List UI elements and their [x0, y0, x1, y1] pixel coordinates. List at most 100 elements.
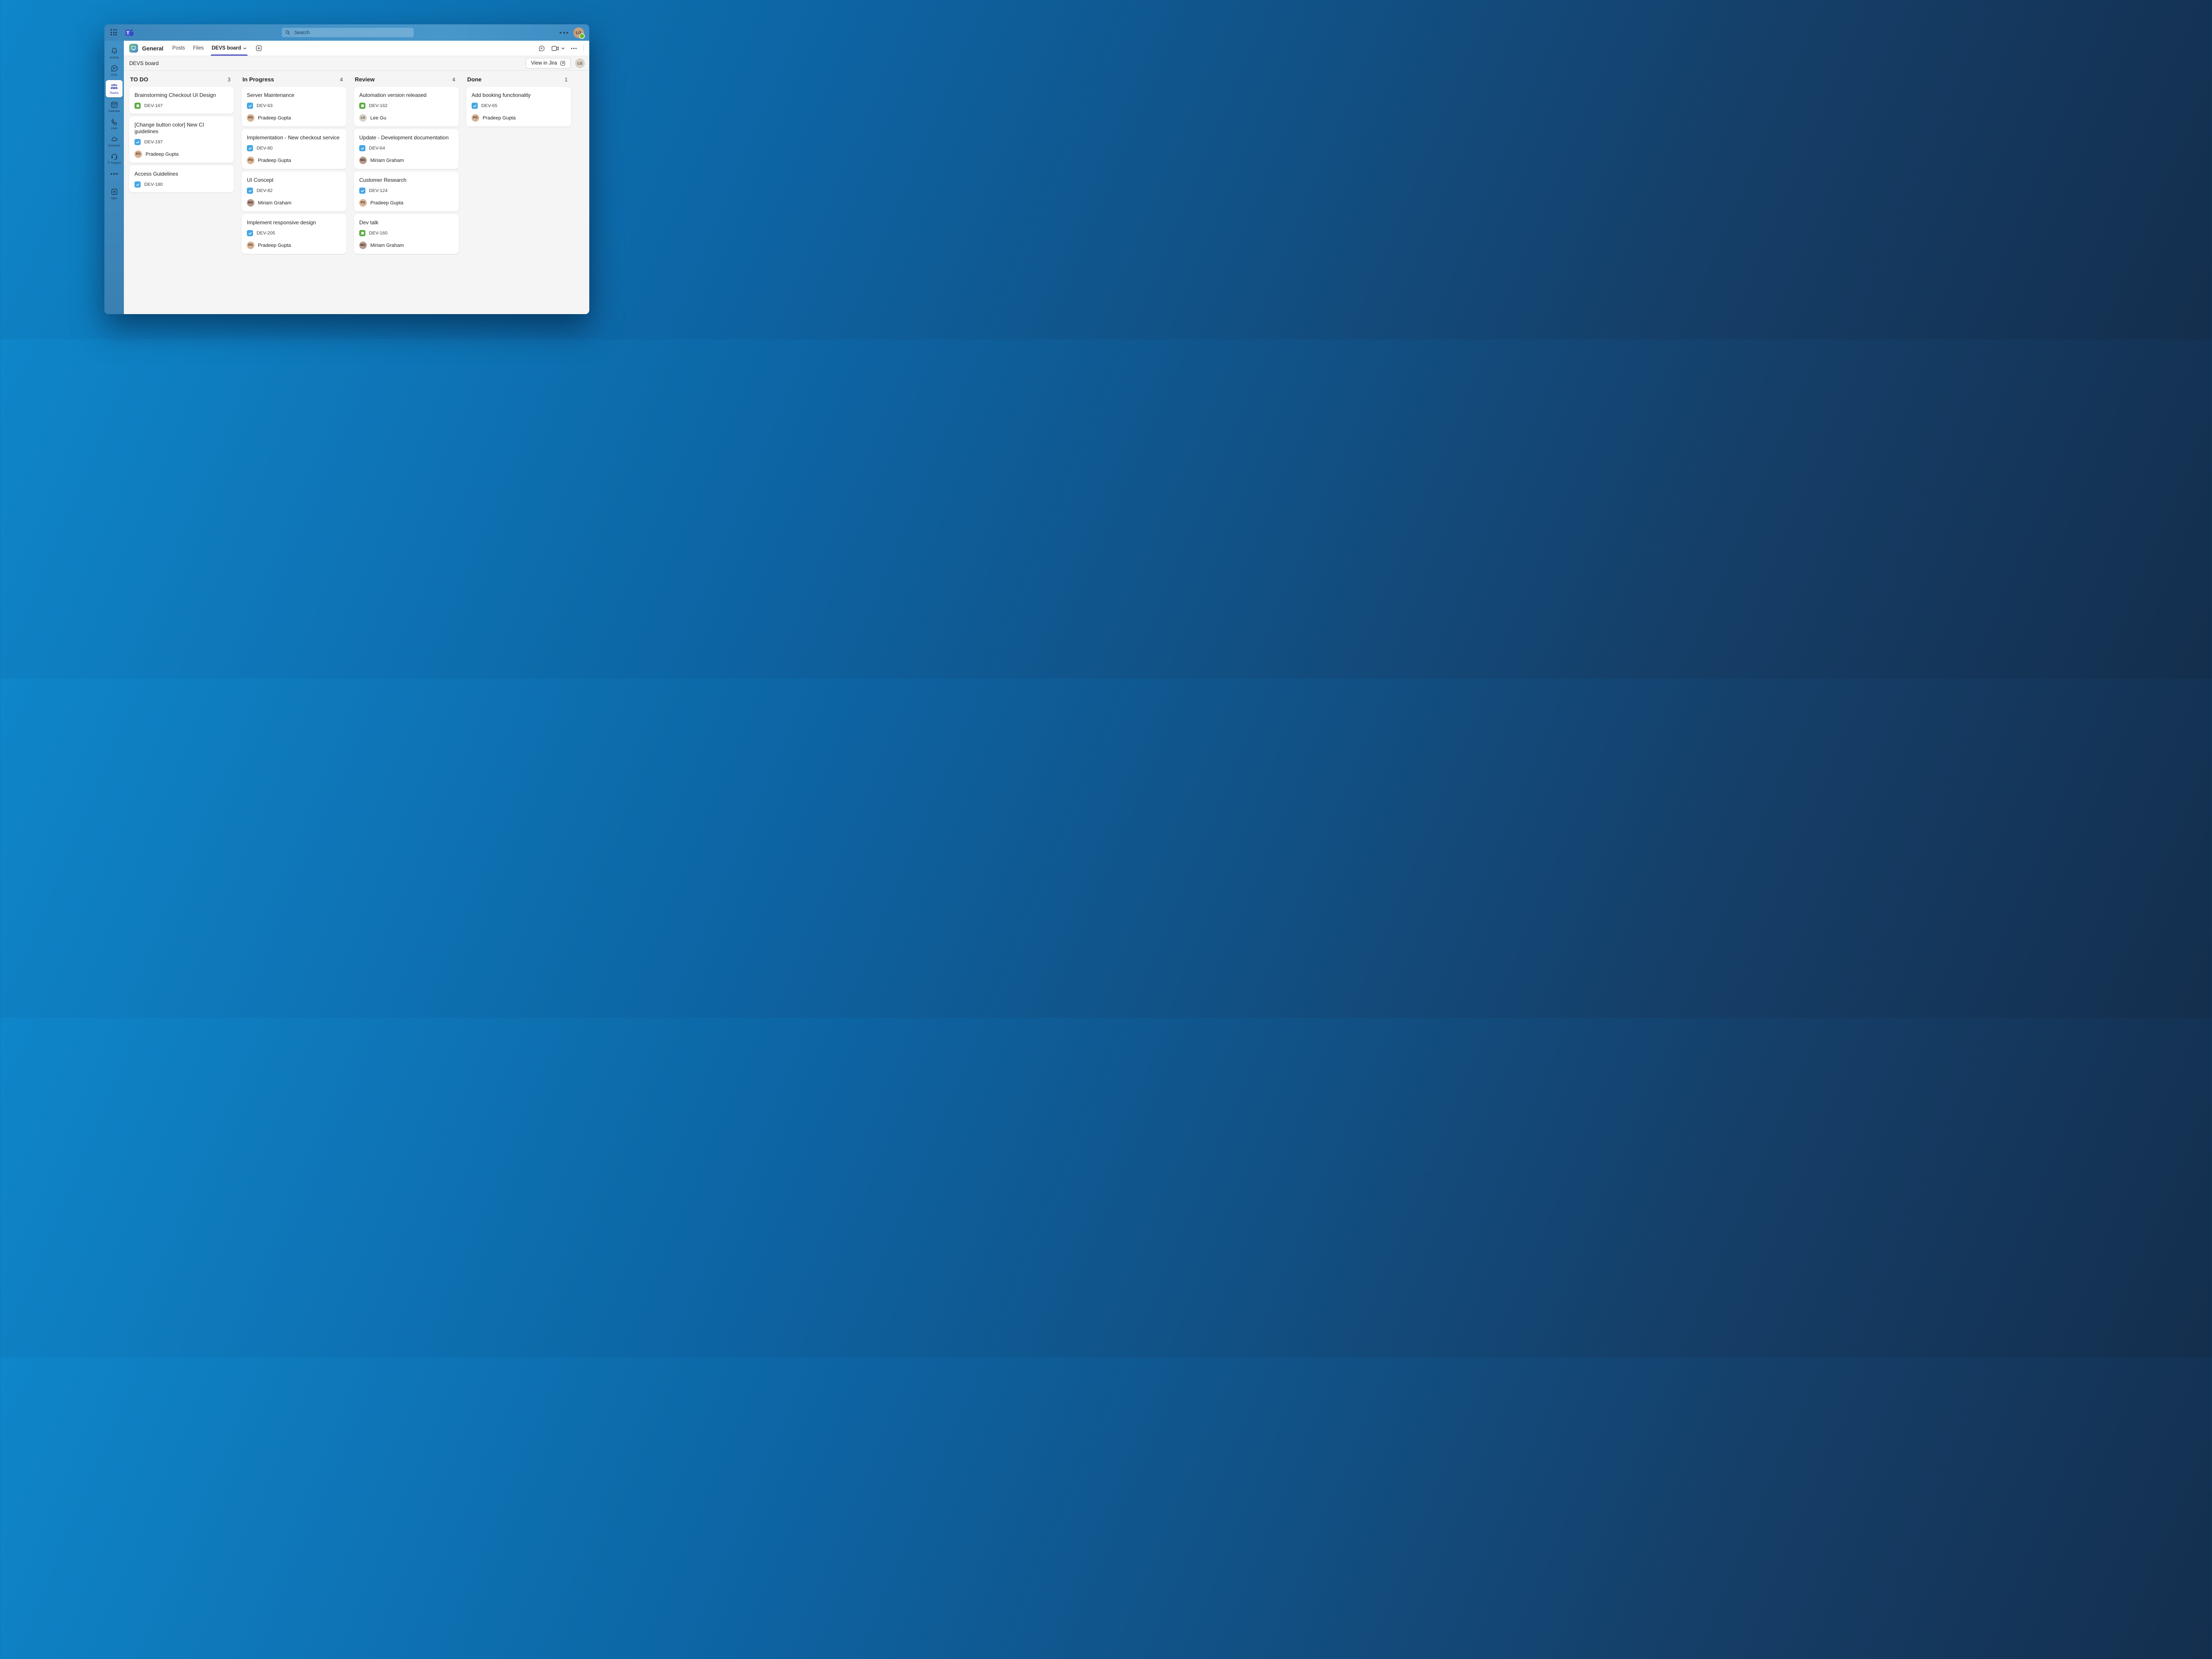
cloud-icon: [110, 135, 119, 143]
assignee-name: Miriam Graham: [370, 158, 404, 163]
assignee-name: Miriam Graham: [258, 200, 292, 206]
column-count: 3: [227, 77, 230, 83]
card-dev-82[interactable]: UI ConceptDEV-82MGMiriam Graham: [242, 172, 346, 211]
assignee-name: Miriam Graham: [370, 243, 404, 248]
card-dev-167[interactable]: Brainstorming Checkout UI Design DEV-167: [129, 87, 234, 114]
issue-key: DEV-65: [481, 103, 497, 108]
ellipsis-icon: [571, 47, 577, 50]
card-key-row: DEV-124: [359, 188, 453, 194]
sidebar-item-onedrive[interactable]: OneDrive: [104, 133, 124, 150]
card-dev-162[interactable]: Automation version releasedDEV-162LGLee …: [354, 87, 459, 127]
more-options-icon[interactable]: [560, 32, 568, 34]
issue-type-task-badge: [247, 188, 253, 194]
tab-more-options-button[interactable]: [571, 47, 577, 50]
sidebar-item-calls[interactable]: Calls: [104, 115, 124, 133]
tab-posts[interactable]: Posts: [172, 41, 185, 56]
card-dev-160[interactable]: Dev talkDEV-160MGMiriam Graham: [354, 214, 459, 254]
ellipsis-icon: [110, 172, 118, 176]
assignee-avatar: PG: [247, 242, 254, 249]
card-key-row: DEV-63: [247, 103, 341, 109]
column-count: 4: [452, 77, 455, 83]
sidebar-item-teams[interactable]: Teams: [106, 80, 123, 97]
search-input[interactable]: [293, 30, 410, 36]
assignee-name: Pradeep Gupta: [146, 152, 179, 157]
column-name: Done: [467, 76, 482, 83]
card-dev-64[interactable]: Update - Development documentationDEV-64…: [354, 129, 459, 169]
card-key-row: DEV-180: [134, 181, 229, 188]
headset-icon: [110, 152, 119, 161]
assignee-row: PGPradeep Gupta: [472, 114, 566, 122]
meet-now-button[interactable]: [551, 45, 565, 52]
card-dev-124[interactable]: Customer ResearchDEV-124PGPradeep Gupta: [354, 172, 459, 211]
assignee-name: Pradeep Gupta: [258, 115, 291, 121]
calendar-icon: [110, 100, 119, 109]
card-title: Implementation - New checkout service: [247, 134, 341, 141]
card-title: Brainstorming Checkout UI Design: [134, 92, 229, 99]
task-check-icon: [248, 146, 252, 150]
task-check-icon: [136, 183, 140, 187]
card-key-row: DEV-197: [134, 139, 229, 145]
sidebar-item-apps[interactable]: Apps: [104, 185, 124, 203]
assignee-name: Pradeep Gupta: [370, 200, 403, 206]
issue-type-story-badge: [359, 230, 365, 236]
task-check-icon: [361, 189, 365, 193]
column-header: Done1: [466, 74, 571, 87]
add-tab-button[interactable]: [256, 45, 262, 51]
external-link-icon: [560, 61, 565, 66]
bell-icon: [110, 47, 119, 55]
card-list: Add booking functionalityDEV-65PGPradeep…: [466, 87, 571, 127]
assignee-row: PGPradeep Gupta: [247, 242, 341, 249]
card-title: Update - Development documentation: [359, 134, 453, 141]
teams-logo-icon: [125, 28, 134, 38]
tab-files[interactable]: Files: [193, 41, 204, 56]
sidebar-item-it-support[interactable]: IT Support: [104, 150, 124, 167]
issue-type-task-badge: [247, 103, 253, 109]
sidebar-item-activity[interactable]: Activity: [104, 45, 124, 62]
assignee-row: MGMiriam Graham: [247, 199, 341, 207]
app-rail: Activity Chat Teams: [104, 41, 124, 314]
assignee-avatar: PG: [472, 114, 479, 122]
user-avatar[interactable]: LG: [573, 27, 584, 38]
issue-type-task-badge: [134, 181, 141, 188]
video-camera-icon: [551, 45, 560, 52]
card-key-row: DEV-167: [134, 103, 229, 109]
sidebar-item-chat[interactable]: Chat: [104, 62, 124, 79]
issue-key: DEV-162: [369, 103, 388, 108]
issue-type-story-badge: [134, 103, 141, 109]
story-bookmark-icon: [136, 104, 140, 108]
chevron-down-icon[interactable]: [561, 46, 565, 50]
card-dev-65[interactable]: Add booking functionalityDEV-65PGPradeep…: [466, 87, 571, 127]
card-dev-63[interactable]: Server Maintenance DEV-63 PGPradeep Gupta: [242, 87, 346, 127]
card-title: Server Maintenance: [247, 92, 341, 99]
tab-devs-board[interactable]: DEVS board: [211, 41, 246, 56]
assignee-row: MGMiriam Graham: [359, 157, 453, 164]
board-member-avatar[interactable]: LG: [575, 58, 585, 68]
search-bar[interactable]: [282, 28, 414, 37]
kanban-board: TO DO 3 Brainstorming Checkout UI Design DE…: [124, 71, 589, 314]
sidebar-more-apps[interactable]: [104, 170, 124, 178]
app-launcher-icon[interactable]: [111, 29, 117, 36]
sidebar-item-label: Calls: [111, 127, 117, 130]
view-in-jira-button[interactable]: View in Jira: [526, 58, 571, 69]
card-dev-205[interactable]: Implement responsive designDEV-205PGPrad…: [242, 214, 346, 254]
card-dev-180[interactable]: Access GuidelinesDEV-180: [129, 165, 234, 192]
issue-type-task-badge: [359, 145, 365, 151]
open-chat-button[interactable]: [538, 45, 545, 52]
assignee-avatar: LG: [359, 114, 367, 122]
column-name: TO DO: [130, 76, 148, 83]
issue-key: DEV-80: [257, 146, 273, 151]
issue-key: DEV-205: [257, 230, 275, 236]
card-dev-80[interactable]: Implementation - New checkout service DEV…: [242, 129, 346, 169]
assignee-row: PGPradeep Gupta: [247, 114, 341, 122]
assignee-row: PGPradeep Gupta: [134, 150, 229, 158]
issue-type-task-badge: [247, 230, 253, 236]
chevron-down-icon: [243, 46, 247, 50]
card-dev-197[interactable]: [Change button color] New CI guidelinesD…: [129, 116, 234, 163]
card-key-row: DEV-82: [247, 188, 341, 194]
sidebar-item-label: Teams: [110, 92, 119, 95]
column-header: Review4: [354, 74, 459, 87]
card-title: Dev talk: [359, 219, 453, 226]
assignee-row: PGPradeep Gupta: [359, 199, 453, 207]
sidebar-item-calendar[interactable]: Calendar: [104, 98, 124, 115]
story-bookmark-icon: [361, 231, 365, 235]
